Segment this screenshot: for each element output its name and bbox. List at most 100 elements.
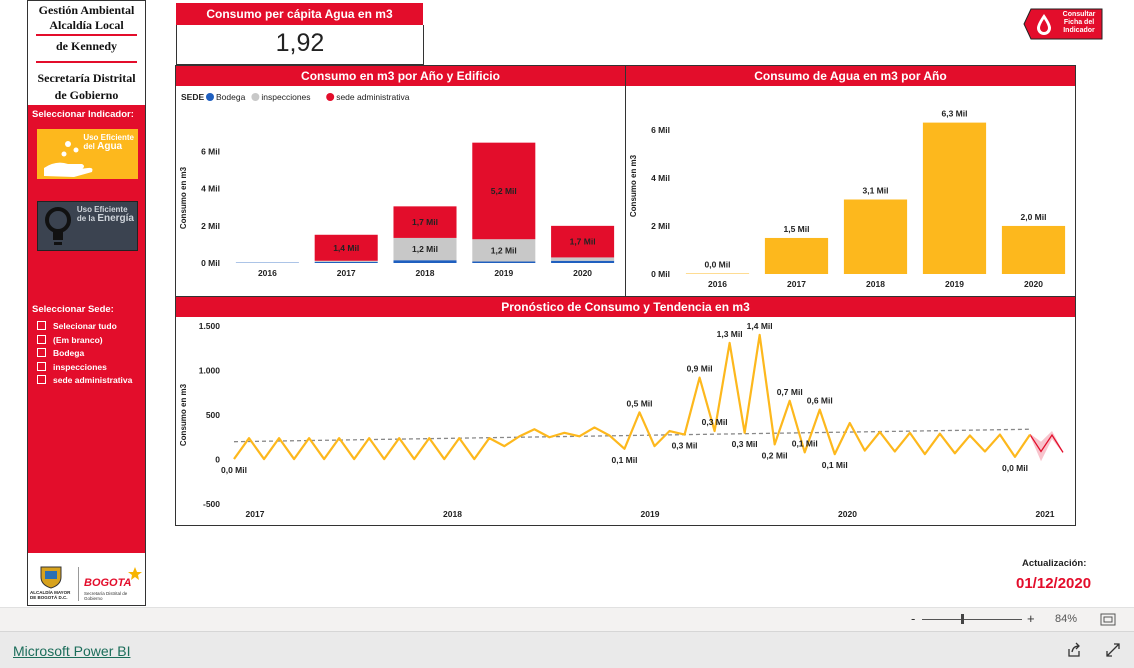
sede-option-blank[interactable]: (Em branco) <box>37 334 103 346</box>
fit-to-page-icon[interactable] <box>1100 613 1116 626</box>
water-indicator-text3: Agua <box>97 141 122 152</box>
data-label: 0,0 Mil <box>221 465 247 475</box>
consult-text1: Consultar <box>1057 11 1101 19</box>
data-label: 1,3 Mil <box>717 329 743 339</box>
x-tick-label: 2020 <box>838 509 857 519</box>
y-tick-label: 0 Mil <box>201 258 220 268</box>
checkbox-icon <box>37 362 46 371</box>
zoom-in-button[interactable]: + <box>1027 611 1035 626</box>
x-tick-label: 2018 <box>416 268 435 278</box>
legend-label: inspecciones <box>261 92 310 102</box>
checkbox-icon <box>37 321 46 330</box>
update-label: Actualización: <box>1022 558 1086 569</box>
legend-marker <box>326 93 334 101</box>
bar-segment <box>315 262 378 263</box>
x-tick-label: 2016 <box>258 268 277 278</box>
data-label: 0,6 Mil <box>807 396 833 406</box>
consult-text2: Ficha del <box>1057 19 1101 27</box>
legend-label: Bodega <box>216 92 246 102</box>
x-tick-label: 2019 <box>494 268 513 278</box>
kpi-card: 1,92 <box>176 25 424 65</box>
data-label: 0,1 Mil <box>611 455 637 465</box>
data-label: 0,5 Mil <box>627 398 653 408</box>
zoom-slider-track[interactable] <box>922 619 1022 620</box>
bar <box>765 238 828 274</box>
x-tick-label: 2020 <box>1024 279 1043 289</box>
bogota-logo-sub: Secretaría Distrital de Gobierno <box>84 591 127 601</box>
data-label: 5,2 Mil <box>491 186 517 196</box>
kpi-title: Consumo per cápita Agua en m3 <box>176 3 423 25</box>
y-tick-label: 4 Mil <box>651 173 670 183</box>
select-indicator-label: Seleccionar Indicador: <box>32 109 134 120</box>
energy-indicator-button[interactable]: Uso Eficiente de la Energía <box>37 201 138 251</box>
checkbox-icon <box>37 335 46 344</box>
sede-option-inspecciones[interactable]: inspecciones <box>37 361 107 373</box>
water-indicator-text2: del <box>83 142 95 151</box>
app-title-line1: Gestión Ambiental <box>28 3 145 18</box>
data-label: 1,7 Mil <box>412 217 438 227</box>
sede-option-label: (Em branco) <box>53 335 103 345</box>
checkbox-icon <box>37 375 46 384</box>
power-bi-link[interactable]: Microsoft Power BI <box>13 643 130 659</box>
select-sede-label: Seleccionar Sede: <box>32 304 114 315</box>
sede-option-label: Bodega <box>53 348 84 358</box>
x-tick-label: 2016 <box>708 279 727 289</box>
bar <box>844 200 907 274</box>
data-label: 0,7 Mil <box>777 387 803 397</box>
energy-indicator-text2: de la <box>77 214 95 223</box>
y-tick-label: 1.500 <box>199 321 221 331</box>
left-panel: Gestión Ambiental Alcaldía Local de Kenn… <box>27 0 146 606</box>
expand-icon[interactable] <box>1105 642 1121 658</box>
app-title-line3: de Kennedy <box>28 39 145 54</box>
data-label: 1,2 Mil <box>412 244 438 254</box>
consult-indicator-button[interactable]: Consultar Ficha del Indicador <box>1023 8 1103 40</box>
sede-option-label: Selecionar tudo <box>53 321 117 331</box>
sede-option-sede-administrativa[interactable]: sede administrativa <box>37 374 132 386</box>
sede-option-label: sede administrativa <box>53 375 132 385</box>
data-label: 1,5 Mil <box>784 224 810 234</box>
y-tick-label: 0 Mil <box>651 269 670 279</box>
zoom-slider-thumb[interactable] <box>961 614 964 624</box>
data-label: 0,3 Mil <box>702 417 728 427</box>
chart-year-panel: Consumo de Agua en m3 por Año 0 Mil2 Mil… <box>625 65 1076 297</box>
y-tick-label: 1.000 <box>199 366 221 376</box>
bar-segment <box>393 260 456 263</box>
forecast-band <box>1030 431 1063 461</box>
y-tick-label: 500 <box>206 410 220 420</box>
subtitle-line1: Secretaría Distrital <box>28 71 145 86</box>
x-tick-label: 2020 <box>573 268 592 278</box>
zoom-out-button[interactable]: - <box>911 611 915 626</box>
bar-segment <box>551 257 614 260</box>
zoom-percent: 84% <box>1055 613 1077 625</box>
y-axis-label: Consumo en m3 <box>179 166 188 229</box>
chart-year-title: Consumo de Agua en m3 por Año <box>626 66 1075 86</box>
data-label: 3,1 Mil <box>863 186 889 196</box>
filter-panel: Seleccionar Indicador: Uso Eficiente del… <box>28 105 145 553</box>
y-tick-label: 4 Mil <box>201 184 220 194</box>
data-label: 2,0 Mil <box>1021 212 1047 222</box>
legend-marker <box>206 93 214 101</box>
sede-option-all[interactable]: Selecionar tudo <box>37 320 117 332</box>
data-label: 0,9 Mil <box>687 364 713 374</box>
legend-marker <box>251 93 259 101</box>
bar <box>923 123 986 274</box>
chart-building-svg[interactable]: SEDEBodegainspeccionessede administrativ… <box>176 86 625 296</box>
data-label: 0,3 Mil <box>672 441 698 451</box>
alcaldia-logo-text: ALCALDÍA MAYOR DE BOGOTÁ D.C. <box>30 590 70 600</box>
y-tick-label: 6 Mil <box>201 147 220 157</box>
chart-year-svg[interactable]: 0 Mil2 Mil4 Mil6 MilConsumo en m30,0 Mil… <box>626 86 1075 296</box>
data-label: 1,2 Mil <box>491 245 517 255</box>
data-label: 1,4 Mil <box>747 321 773 331</box>
zoom-bar: - + 84% <box>0 607 1134 632</box>
checkbox-icon <box>37 348 46 357</box>
kpi-value: 1,92 <box>177 29 423 58</box>
y-tick-label: 6 Mil <box>651 125 670 135</box>
energy-indicator-text3: Energía <box>97 213 134 224</box>
x-tick-label: 2017 <box>787 279 806 289</box>
data-label: 0,1 Mil <box>822 460 848 470</box>
water-indicator-button[interactable]: Uso Eficiente del Agua <box>37 129 138 179</box>
share-icon[interactable] <box>1066 642 1082 658</box>
sede-option-bodega[interactable]: Bodega <box>37 347 84 359</box>
chart-forecast-svg[interactable]: 1.5001.0005000-500Consumo en m3201720182… <box>176 317 1075 525</box>
logo-divider <box>78 567 79 601</box>
